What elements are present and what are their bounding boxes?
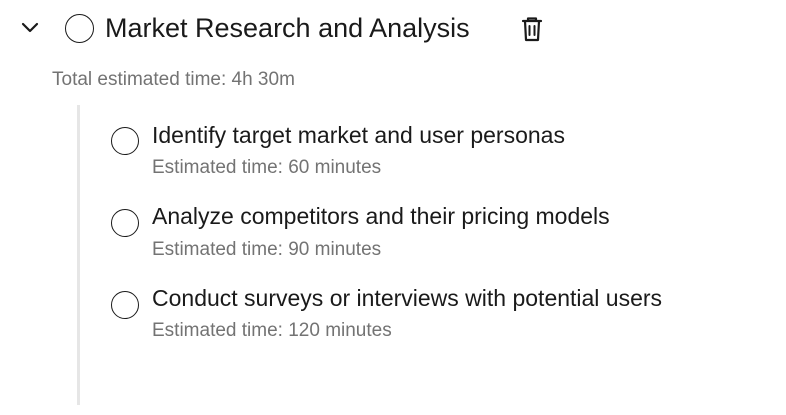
subtask-estimated-time: Estimated time: 90 minutes bbox=[152, 239, 382, 260]
subtask-title: Analyze competitors and their pricing mo… bbox=[152, 203, 610, 229]
subtask-item: Analyze competitors and their pricing mo… bbox=[80, 194, 770, 264]
subtask-title: Identify target market and user personas bbox=[152, 122, 565, 148]
subtask-estimated-time: Estimated time: 60 minutes bbox=[152, 157, 382, 178]
group-title: Market Research and Analysis bbox=[105, 13, 470, 43]
trash-icon[interactable] bbox=[519, 15, 545, 43]
subtask-item: Identify target market and user personas… bbox=[80, 113, 770, 183]
group-complete-checkbox[interactable] bbox=[65, 14, 94, 43]
subtask-estimated-time: Estimated time: 120 minutes bbox=[152, 320, 392, 341]
subtask-checkbox[interactable] bbox=[111, 291, 139, 319]
subtask-checkbox[interactable] bbox=[111, 127, 139, 155]
task-group: Market Research and Analysis Total estim… bbox=[0, 0, 786, 415]
subtask-item: Conduct surveys or interviews with poten… bbox=[80, 275, 770, 345]
subtask-checkbox[interactable] bbox=[111, 209, 139, 237]
subtask-title: Conduct surveys or interviews with poten… bbox=[152, 285, 663, 311]
chevron-down-icon[interactable] bbox=[20, 20, 40, 36]
total-estimated-time: Total estimated time: 4h 30m bbox=[52, 69, 295, 90]
subtask-list: Identify target market and user personas… bbox=[77, 105, 777, 405]
